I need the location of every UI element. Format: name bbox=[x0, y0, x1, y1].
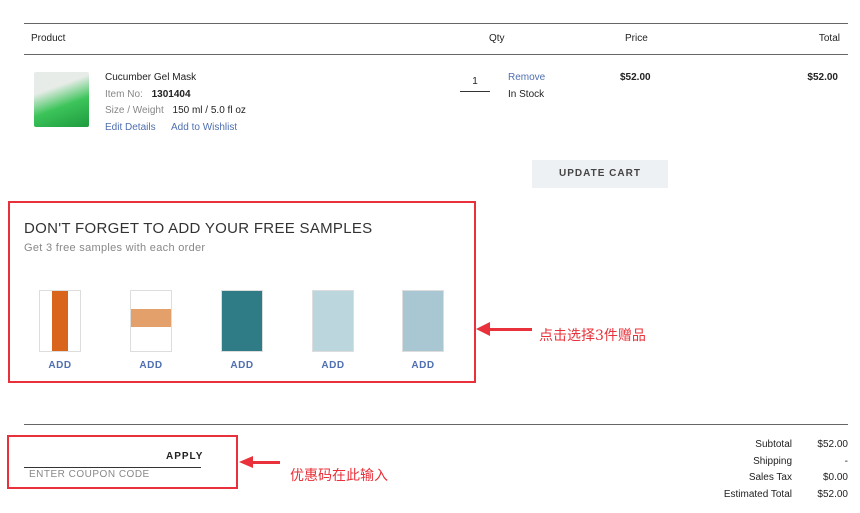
sample-image-2[interactable] bbox=[130, 290, 172, 352]
coupon-underline bbox=[24, 467, 201, 468]
subtotal-label: Subtotal bbox=[755, 439, 792, 450]
coupon-annotation: 优惠码在此输入 bbox=[290, 468, 388, 484]
header-total: Total bbox=[818, 33, 840, 44]
item-no: 1301404 bbox=[151, 89, 191, 100]
item-price: $52.00 bbox=[620, 72, 651, 83]
samples-subtitle: Get 3 free samples with each order bbox=[24, 242, 206, 254]
add-sample-button-3[interactable]: ADD bbox=[221, 360, 263, 371]
remove-link[interactable]: Remove bbox=[508, 72, 545, 83]
header-qty: Qty bbox=[489, 33, 505, 44]
apply-button[interactable]: APPLY bbox=[166, 451, 203, 462]
sample-image-5[interactable] bbox=[402, 290, 444, 352]
arrow-tail bbox=[250, 461, 280, 464]
shipping-value: - bbox=[844, 455, 848, 467]
total-label: Estimated Total bbox=[723, 488, 792, 500]
summary-labels: Subtotal Shipping Sales Tax Estimated To… bbox=[724, 437, 792, 503]
header-product: Product bbox=[31, 33, 66, 44]
samples-title: DON'T FORGET TO ADD YOUR FREE SAMPLES bbox=[24, 220, 373, 237]
summary-values: $52.00 - $0.00 $52.00 bbox=[817, 437, 848, 503]
item-no-label: Item No: bbox=[105, 89, 143, 100]
add-to-wishlist-link[interactable]: Add to Wishlist bbox=[171, 122, 237, 133]
coupon-input[interactable]: ENTER COUPON CODE bbox=[29, 469, 150, 480]
arrow-tail bbox=[488, 328, 532, 331]
sample-image-4[interactable] bbox=[312, 290, 354, 352]
stock-status: In Stock bbox=[508, 89, 545, 100]
edit-details-link[interactable]: Edit Details bbox=[105, 122, 156, 133]
product-image[interactable] bbox=[34, 72, 89, 127]
coupon-highlight-box bbox=[7, 435, 238, 489]
shipping-label: Shipping bbox=[753, 455, 792, 467]
samples-annotation: 点击选择3件赠品 bbox=[539, 328, 646, 344]
sample-image-1[interactable] bbox=[39, 290, 81, 352]
product-name[interactable]: Cucumber Gel Mask bbox=[105, 72, 196, 83]
total-value: $52.00 bbox=[817, 488, 848, 500]
header-price: Price bbox=[625, 33, 648, 44]
size-value: 150 ml / 5.0 fl oz bbox=[172, 105, 246, 116]
sample-image-3[interactable] bbox=[221, 290, 263, 352]
subtotal-value: $52.00 bbox=[817, 439, 848, 450]
tax-value: $0.00 bbox=[822, 472, 848, 483]
add-sample-button-2[interactable]: ADD bbox=[130, 360, 172, 371]
update-cart-button[interactable]: UPDATE CART bbox=[532, 160, 668, 188]
quantity-input[interactable]: 1 bbox=[460, 74, 490, 92]
add-sample-button-5[interactable]: ADD bbox=[402, 360, 444, 371]
tax-label: Sales Tax bbox=[748, 472, 792, 483]
add-sample-button-4[interactable]: ADD bbox=[312, 360, 354, 371]
item-total: $52.00 bbox=[807, 72, 838, 83]
add-sample-button-1[interactable]: ADD bbox=[39, 360, 81, 371]
size-label: Size / Weight bbox=[105, 105, 164, 116]
